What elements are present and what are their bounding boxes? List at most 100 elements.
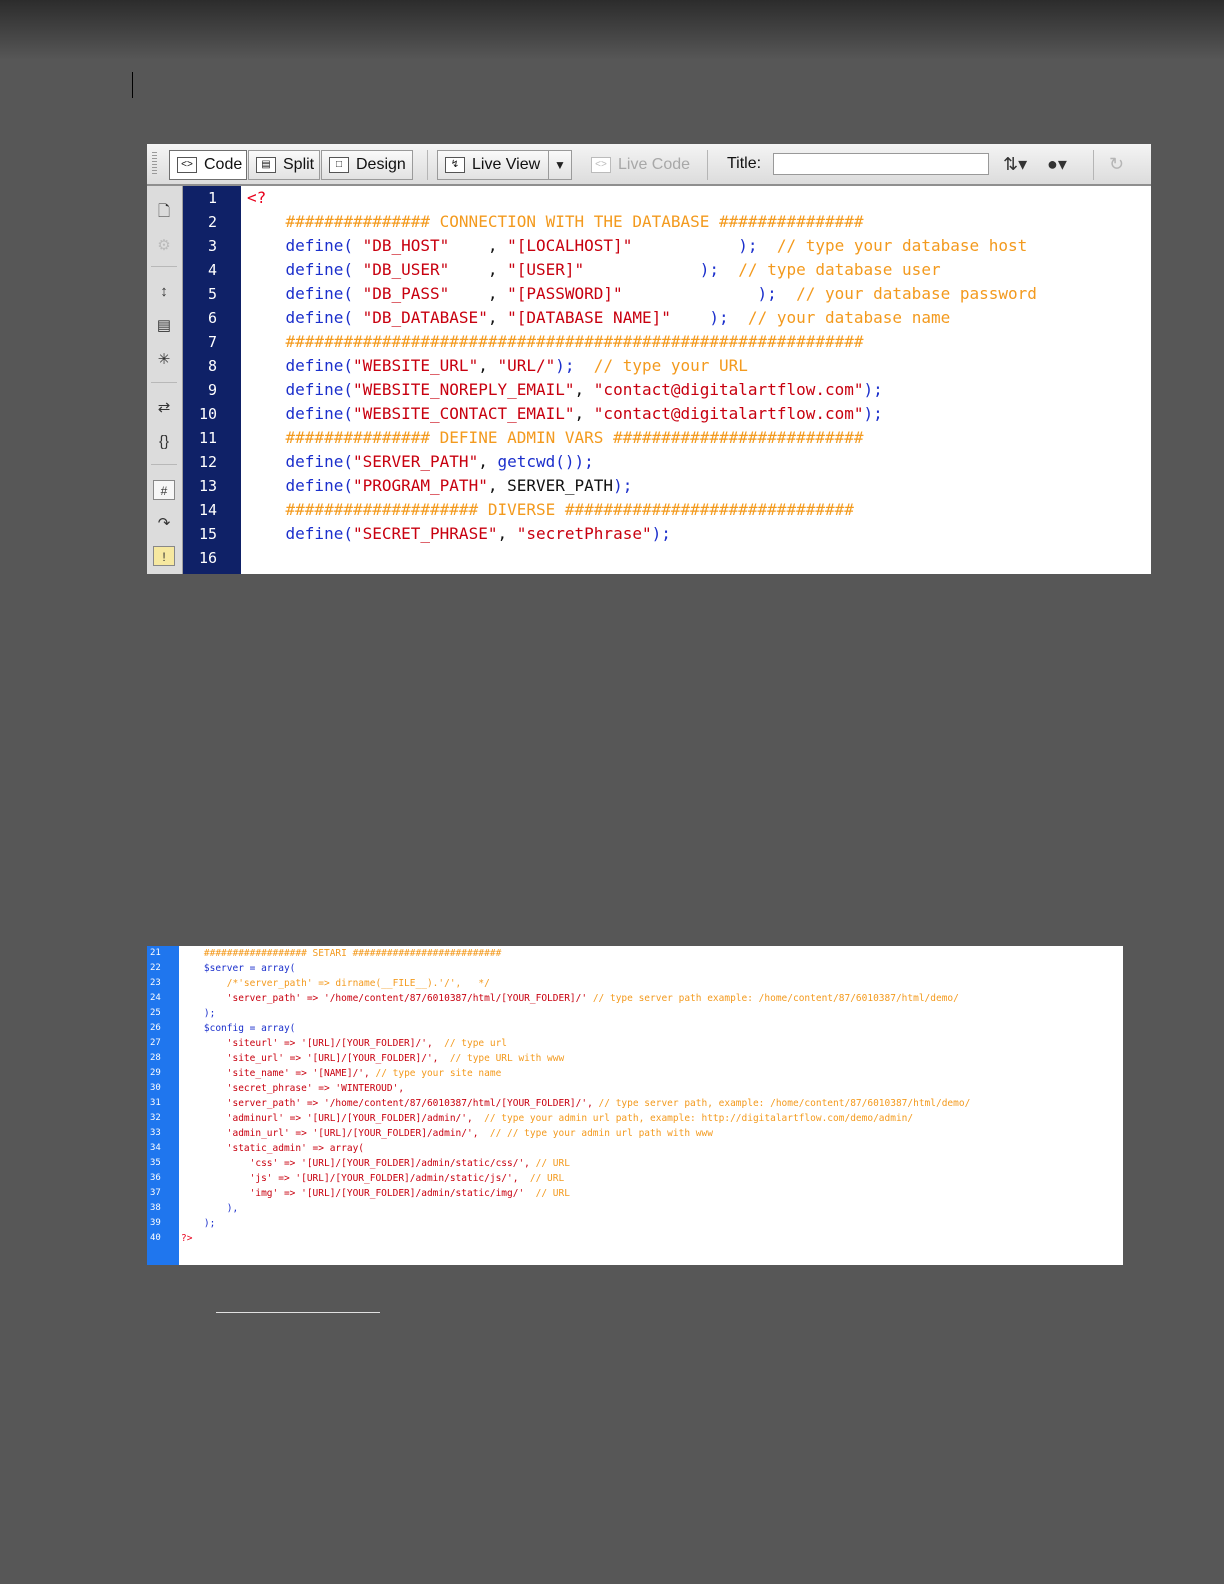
code-line: define("PROGRAM_PATH", SERVER_PATH); [247,474,633,498]
code-line: $config = array( [181,1021,296,1036]
code-line: 'site_name' => '[NAME]/', // type your s… [181,1066,502,1081]
code-token: "SERVER_PATH" [352,452,479,471]
code-token: , [478,356,498,375]
code-token: // // type your admin url path with www [478,1128,713,1139]
code-token: define( [247,524,353,543]
code-token: // type your admin url path, example: ht… [472,1113,914,1124]
code-token: 'css' => '[URL]/[YOUR_FOLDER]/admin/stat… [181,1158,530,1169]
code-line: ); [181,1006,215,1021]
coding-toolbar: 🗋 ⚙ ↕ ▤ ✳ ⇄ {} # ↷ ! [147,186,183,574]
code-token: define( [247,476,353,495]
lightning-icon: ↯ [445,157,465,173]
code-token: 'server_path' => '/home/content/87/60103… [181,993,588,1004]
code-view-label: Code [204,156,243,173]
code-token: 'siteurl' => '[URL]/[YOUR_FOLDER]/', [181,1038,433,1049]
code-line: 'server_path' => '/home/content/87/60103… [181,1096,971,1111]
code-token: 'server_path' => '/home/content/87/60103… [181,1098,593,1109]
line-number: 31 [150,1098,161,1108]
design-view-button[interactable]: □ Design [321,150,413,180]
expand-all-icon[interactable]: ✳ [153,350,175,370]
line-number: 28 [150,1053,161,1063]
code-line: 'siteurl' => '[URL]/[YOUR_FOLDER]/', // … [181,1036,507,1051]
code-line: define( "DB_HOST" , "[LOCALHOST]" ); // … [247,234,1028,258]
line-number-gutter: 21 22 23 24 25 26 27 28 29 30 31 32 33 34 35 36 37 38 39 40 [147,946,179,1265]
live-view-button[interactable]: ↯ Live View [437,150,549,180]
code-token: 'site_name' => '[NAME]/', [181,1068,370,1079]
code-line: /*'server_path' => dirname(__FILE__).'/'… [181,976,490,991]
code-token: 'adminurl' => '[URL]/[YOUR_FOLDER]/admin… [181,1113,473,1124]
code-line: <? [247,186,266,210]
code-token: "secretPhrase" [516,524,652,543]
line-number: 27 [150,1038,161,1048]
gear-icon[interactable]: ⚙ [153,236,175,256]
code-token: $config = array( [181,1023,296,1034]
document-icon[interactable]: 🗋 [153,202,175,222]
expand-collapse-icon[interactable]: ↕ [153,282,175,302]
code-token: // type url [432,1038,508,1049]
wrap-icon[interactable]: ↷ [153,514,175,534]
code-token: 'site_url' => '[URL]/[YOUR_FOLDER]/', [181,1053,439,1064]
preview-browser-icon[interactable]: ●▾ [1047,152,1067,176]
line-number: 23 [150,978,161,988]
indent-icon[interactable]: ⇄ [153,398,175,418]
braces-icon[interactable]: {} [153,432,175,452]
code-token: $server = array( [181,963,296,974]
code-token: , [449,236,508,255]
code-token: 'secret_phrase' => 'WINTEROUD', [181,1083,405,1094]
code-token: define( [247,284,363,303]
file-management-icon[interactable]: ⇅▾ [1003,152,1027,176]
code-token: "PROGRAM_PATH" [352,476,488,495]
line-numbers-icon[interactable]: # [153,480,175,500]
code-token: , [497,524,517,543]
code-editor-window-2: 21 22 23 24 25 26 27 28 29 30 31 32 33 34 35 36 37 38 39 40… [147,946,1123,1265]
code-token: ); [181,1008,216,1019]
line-number: 15 [198,525,217,543]
code-token: "DB_HOST" [362,236,450,255]
code-token: "DB_USER" [362,260,450,279]
code-token: // your database password [786,284,1037,303]
code-token: <? [247,188,267,207]
design-view-icon: □ [329,157,349,173]
line-number: 6 [207,309,217,327]
warning-icon[interactable]: ! [153,546,175,566]
code-token: 'js' => '[URL]/[YOUR_FOLDER]/admin/stati… [181,1173,519,1184]
line-number: 10 [198,405,217,423]
code-token: , [449,284,508,303]
code-area[interactable]: <? ############### CONNECTION WITH THE D… [241,186,1151,574]
line-number: 39 [150,1218,161,1228]
code-token: , [574,404,594,423]
code-token: // type your site name [369,1068,502,1079]
document-title-input[interactable] [773,153,989,175]
line-number-gutter: 1 2 3 4 5 6 7 8 9 10 11 12 13 14 15 16 [183,186,241,574]
line-number: 40 [150,1233,161,1243]
toolbar-grip[interactable] [152,152,157,176]
code-line: ), [181,1201,238,1216]
live-view-dropdown[interactable]: ▼ [548,150,572,180]
code-line: 'js' => '[URL]/[YOUR_FOLDER]/admin/stati… [181,1171,565,1186]
line-number: 26 [150,1023,161,1033]
line-number: 2 [207,213,217,231]
code-line: $server = array( [181,961,296,976]
code-token: getcwd()); [497,452,594,471]
line-number: 8 [207,357,217,375]
toolbar-separator [151,382,177,383]
split-view-label: Split [283,156,315,173]
refresh-icon[interactable]: ↻ [1109,152,1124,176]
line-number: 16 [198,549,217,567]
code-line: 'site_url' => '[URL]/[YOUR_FOLDER]/', //… [181,1051,564,1066]
code-token: define( [247,404,353,423]
code-token: // type server path, example: /home/cont… [592,1098,971,1109]
collapse-selection-icon[interactable]: ▤ [153,316,175,336]
code-token: "[LOCALHOST]" [507,236,633,255]
line-number: 25 [150,1008,161,1018]
code-token: define( [247,452,353,471]
line-number: 11 [198,429,217,447]
code-line: define("SECRET_PHRASE", "secretPhrase"); [247,522,671,546]
code-line: 'css' => '[URL]/[YOUR_FOLDER]/admin/stat… [181,1156,570,1171]
split-view-button[interactable]: ▤ Split [248,150,320,180]
line-number: 7 [207,333,217,351]
live-code-button[interactable]: <> Live Code [583,150,695,180]
code-view-button[interactable]: <> Code [169,150,247,180]
code-token: // type server path example: /home/conte… [587,993,959,1004]
code-token: // type your database host [767,236,1028,255]
